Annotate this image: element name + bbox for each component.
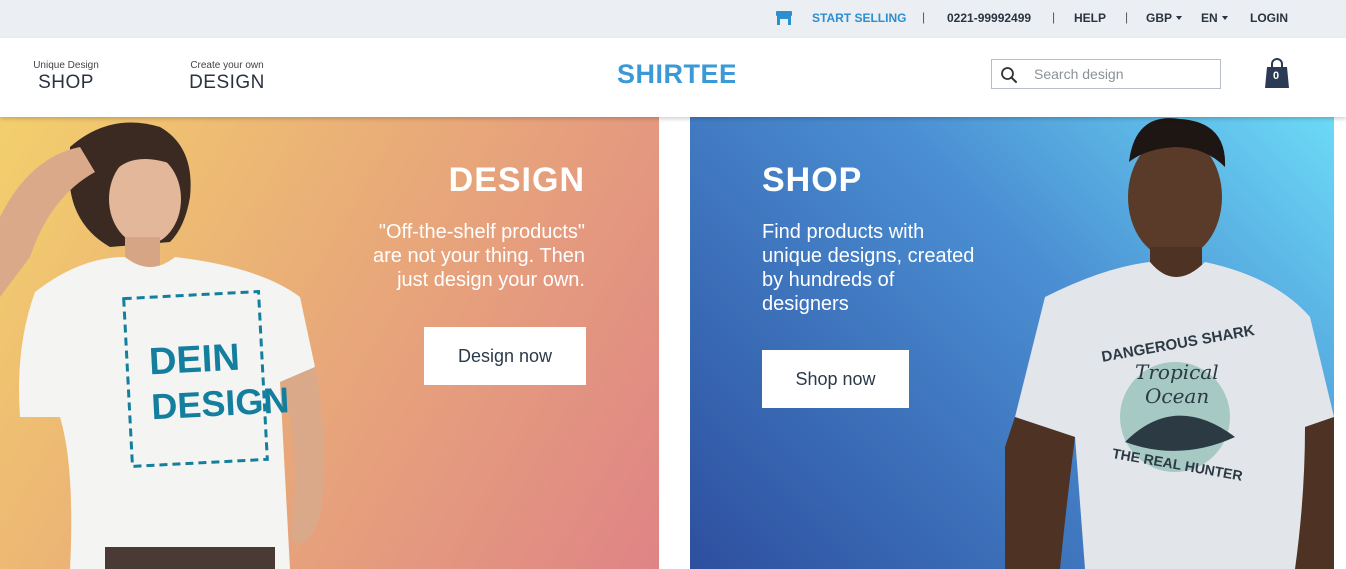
- nav-shop-subtitle: Unique Design: [33, 60, 99, 71]
- shop-text-line: unique designs, created: [762, 245, 975, 267]
- design-text-line: are not your thing. Then: [373, 245, 585, 267]
- man-model-image: DANGEROUS SHARK Tropical Ocean THE REAL …: [1005, 118, 1334, 569]
- nav-design-subtitle: Create your own: [190, 60, 264, 71]
- search-box[interactable]: [991, 59, 1221, 89]
- nav-shop[interactable]: Unique Design SHOP: [30, 60, 102, 94]
- chevron-down-icon: [1221, 16, 1228, 20]
- shop-text-line: by hundreds of: [762, 269, 895, 291]
- phone-number: 0221-99992499: [947, 11, 1032, 25]
- language-label: EN: [1201, 11, 1218, 25]
- shop-now-button[interactable]: Shop now: [762, 350, 909, 408]
- language-dropdown[interactable]: EN: [1201, 11, 1228, 25]
- woman-model-image: DEIN DESIGN: [0, 122, 324, 569]
- design-now-button[interactable]: Design now: [424, 327, 586, 385]
- separator: |: [1052, 10, 1056, 24]
- design-text-line: just design your own.: [397, 269, 585, 291]
- shirt-print-line1: DEIN: [148, 337, 241, 384]
- top-bar: START SELLING | 0221-99992499 | HELP | G…: [0, 0, 1346, 38]
- search-icon[interactable]: [1000, 66, 1018, 84]
- shop-hero-panel: SHOP Find products with unique designs, …: [690, 117, 1334, 569]
- design-hero-panel: DEIN DESIGN DESIGN "Off-the-shelf produc…: [0, 117, 659, 569]
- shop-description: Find products with unique designs, creat…: [762, 220, 1022, 316]
- design-text-line: "Off-the-shelf products": [378, 221, 585, 243]
- nav-shop-label: SHOP: [38, 72, 94, 93]
- nav-design-label: DESIGN: [189, 72, 265, 93]
- design-description: "Off-the-shelf products" are not your th…: [285, 220, 585, 292]
- main-header: Unique Design SHOP Create your own DESIG…: [0, 38, 1346, 117]
- nav-design[interactable]: Create your own DESIGN: [186, 60, 268, 94]
- shirtee-logo[interactable]: SHIRTEE: [617, 58, 735, 88]
- shop-text-line: designers: [762, 293, 849, 315]
- svg-text:SHIRTEE: SHIRTEE: [617, 59, 735, 88]
- separator: |: [922, 10, 926, 24]
- shirt-print-mid2: Ocean: [1145, 384, 1209, 408]
- separator: |: [1125, 10, 1129, 24]
- start-selling-link[interactable]: START SELLING: [812, 11, 906, 25]
- design-title: DESIGN: [448, 161, 585, 199]
- search-input[interactable]: [1034, 64, 1214, 84]
- shop-text-line: Find products with: [762, 221, 925, 243]
- shirt-print-line2: DESIGN: [150, 379, 290, 427]
- help-link[interactable]: HELP: [1074, 11, 1106, 25]
- login-link[interactable]: LOGIN: [1250, 11, 1288, 25]
- shop-title: SHOP: [762, 161, 863, 199]
- cart-button[interactable]: 0: [1264, 58, 1290, 90]
- currency-dropdown[interactable]: GBP: [1146, 11, 1183, 25]
- cart-count: 0: [1272, 70, 1280, 82]
- shirt-print-mid: Tropical: [1135, 360, 1219, 384]
- currency-label: GBP: [1146, 11, 1173, 25]
- store-icon[interactable]: [775, 10, 793, 26]
- chevron-down-icon: [1176, 16, 1183, 20]
